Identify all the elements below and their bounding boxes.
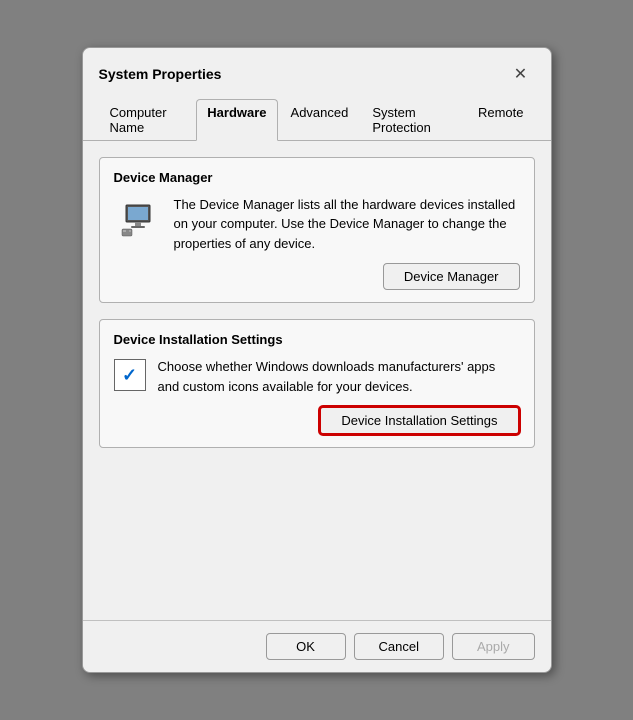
device-manager-title: Device Manager [114,170,520,185]
checkmark-icon: ✓ [122,365,137,386]
empty-area [99,464,535,604]
device-manager-description: The Device Manager lists all the hardwar… [174,195,520,254]
device-installation-button[interactable]: Device Installation Settings [319,406,519,435]
tab-bar: Computer Name Hardware Advanced System P… [83,92,551,141]
close-button[interactable]: ✕ [507,60,535,88]
tab-remote[interactable]: Remote [467,99,535,141]
ok-button[interactable]: OK [266,633,346,660]
device-manager-button[interactable]: Device Manager [383,263,520,290]
title-bar: System Properties ✕ [83,48,551,88]
device-installation-section: Device Installation Settings ✓ Choose wh… [99,319,535,448]
device-installation-row: ✓ Choose whether Windows downloads manuf… [114,357,520,396]
device-manager-btn-row: Device Manager [114,263,520,290]
close-icon: ✕ [514,64,527,84]
footer: OK Cancel Apply [83,620,551,672]
tab-computer-name[interactable]: Computer Name [99,99,195,141]
device-manager-section: Device Manager [99,157,535,304]
tab-hardware[interactable]: Hardware [196,99,277,141]
content-area: Device Manager [83,141,551,621]
device-manager-icon [114,195,162,243]
dialog-title: System Properties [99,66,222,82]
device-manager-row: The Device Manager lists all the hardwar… [114,195,520,254]
device-installation-checkbox[interactable]: ✓ [114,359,146,391]
device-installation-title: Device Installation Settings [114,332,520,347]
hardware-icon-svg [118,199,158,239]
cancel-button[interactable]: Cancel [354,633,444,660]
system-properties-dialog: System Properties ✕ Computer Name Hardwa… [82,47,552,674]
tab-system-protection[interactable]: System Protection [361,99,465,141]
apply-button[interactable]: Apply [452,633,535,660]
tab-advanced[interactable]: Advanced [280,99,360,141]
device-installation-btn-row: Device Installation Settings [114,406,520,435]
device-installation-description: Choose whether Windows downloads manufac… [158,357,520,396]
